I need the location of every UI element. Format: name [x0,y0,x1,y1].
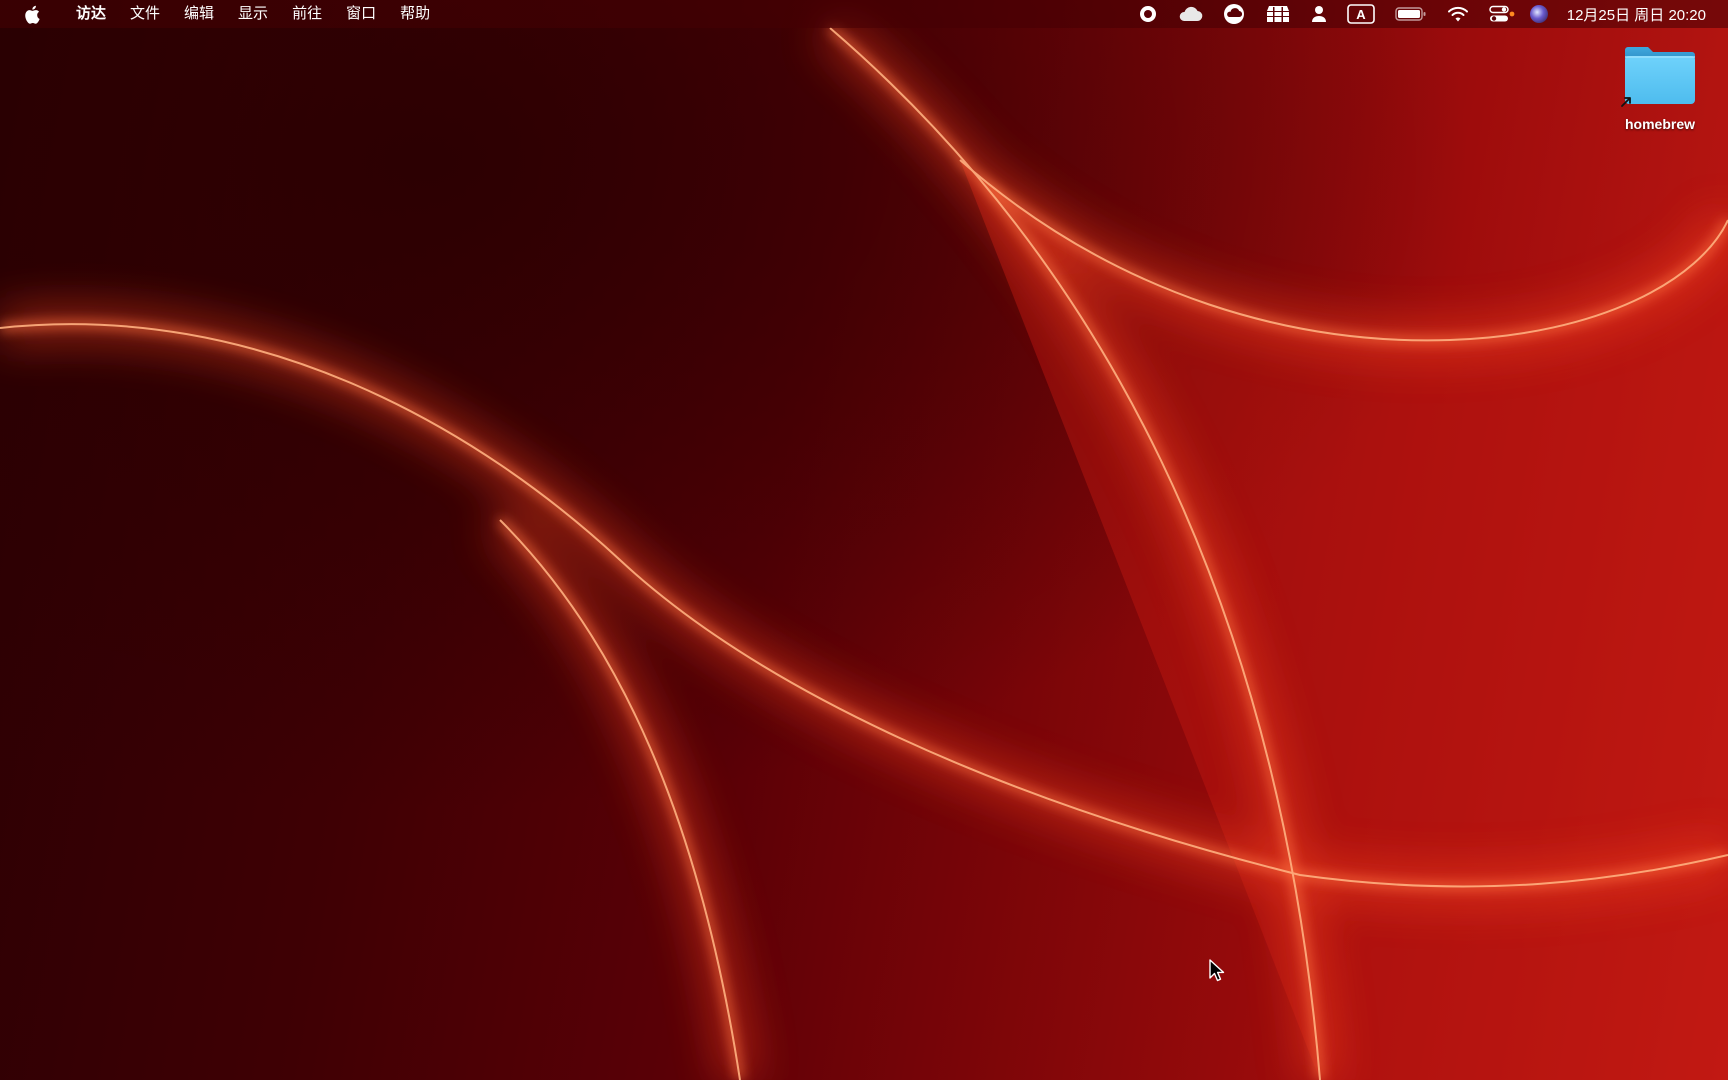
alias-arrow-icon [1621,97,1631,107]
wifi-icon[interactable] [1447,0,1469,28]
menu-app-finder[interactable]: 访达 [64,0,118,28]
storage-icon[interactable] [1265,0,1291,28]
menu-help[interactable]: 帮助 [388,0,442,28]
input-source-label: A [1356,7,1366,22]
control-center-icon[interactable] [1489,0,1515,28]
mouse-cursor-icon [1209,959,1225,982]
apple-logo-icon[interactable] [22,4,42,24]
desktop[interactable]: 访达 文件 编辑 显示 前往 窗口 帮助 A 12月25日 周日 20:20 h… [0,0,1728,1080]
menu-bar-clock[interactable]: 12月25日 周日 20:20 [1567,4,1706,25]
cloud-icon[interactable] [1177,0,1203,28]
folder-alias-icon[interactable] [1621,44,1699,108]
user-icon[interactable] [1311,0,1327,28]
menu-bar: 访达 文件 编辑 显示 前往 窗口 帮助 A 12月25日 周日 20:20 [0,0,1728,28]
screen-record-icon[interactable] [1139,0,1157,28]
menu-bar-left: 访达 文件 编辑 显示 前往 窗口 帮助 [0,0,442,28]
desktop-icon-label: homebrew [1624,116,1695,132]
desktop-icon-homebrew[interactable]: homebrew [1610,44,1710,132]
menu-window[interactable]: 窗口 [334,0,388,28]
input-source-icon[interactable]: A [1346,0,1375,28]
battery-icon[interactable] [1395,0,1427,28]
wallpaper [0,0,1728,1080]
menu-go[interactable]: 前往 [280,0,334,28]
menu-edit[interactable]: 编辑 [172,0,226,28]
menu-file[interactable]: 文件 [118,0,172,28]
siri-icon[interactable] [1529,0,1549,28]
menu-view[interactable]: 显示 [226,0,280,28]
cloud-upload-icon[interactable] [1223,0,1245,28]
menu-bar-status: A 12月25日 周日 20:20 [1129,0,1728,28]
